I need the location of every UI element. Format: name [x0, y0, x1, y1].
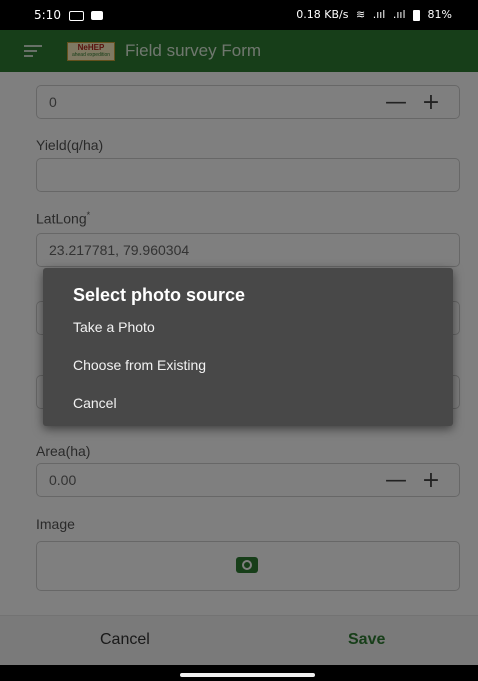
battery-icon — [413, 9, 421, 21]
dialog-title: Select photo source — [73, 285, 246, 305]
home-indicator[interactable] — [180, 673, 315, 677]
screen: 5:10 0.18 KB/s ≋ .ııl .ııl 81% NeHEP ahe… — [0, 0, 478, 681]
network-speed: 0.18 KB/s — [296, 8, 349, 21]
signal-icon-1: .ııl — [372, 8, 386, 21]
navigation-bar — [0, 665, 478, 681]
wifi-icon: ≋ — [355, 8, 366, 21]
message-icon — [68, 10, 84, 21]
battery-level: 81% — [427, 8, 452, 21]
dialog-cancel-option[interactable]: Cancel — [73, 395, 117, 411]
notification-icon — [90, 11, 103, 20]
signal-icon-2: .ııl — [392, 8, 406, 21]
choose-existing-option[interactable]: Choose from Existing — [73, 357, 206, 373]
status-indicators: 0.18 KB/s ≋ .ııl .ııl 81% — [292, 8, 452, 21]
take-photo-option[interactable]: Take a Photo — [73, 319, 155, 335]
photo-source-dialog: Select photo source Take a Photo Choose … — [43, 268, 453, 426]
status-bar: 5:10 0.18 KB/s ≋ .ııl .ııl 81% — [0, 0, 478, 30]
status-time: 5:10 — [34, 8, 61, 22]
status-time-group: 5:10 — [34, 8, 103, 22]
